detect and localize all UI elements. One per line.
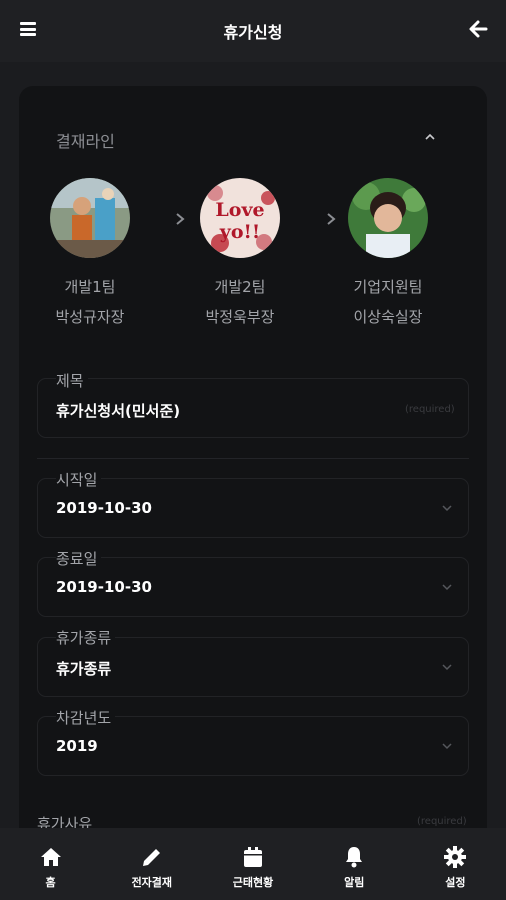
bottom-tab-bar: 홈 전자결재 근태현황 알림 설정: [0, 828, 506, 900]
end-date-value[interactable]: 2019-10-30: [56, 578, 152, 596]
approver-name: 이상숙실장: [353, 308, 423, 326]
approver-team: 개발2팀: [214, 278, 266, 296]
calendar-icon: [244, 847, 262, 867]
leave-request-form-card: 결재라인 개발1팀 박성규자장 Love yo!! 개발2팀 박정욱부장 기업지…: [19, 86, 487, 846]
chevron-down-icon[interactable]: [441, 503, 453, 513]
deduct-year-value[interactable]: 2019: [56, 737, 98, 755]
arrow-left-icon[interactable]: [468, 18, 488, 40]
required-hint: (required): [417, 816, 467, 827]
chevron-up-icon[interactable]: [423, 130, 437, 144]
leave-type-label: 휴가종류: [56, 627, 116, 648]
tab-home[interactable]: 홈: [0, 828, 101, 900]
tab-attendance[interactable]: 근태현황: [202, 828, 303, 900]
tab-label: 전자결재: [131, 876, 173, 889]
leave-type-value[interactable]: 휴가종류: [56, 658, 111, 679]
required-hint: (required): [405, 404, 455, 415]
tab-label: 설정: [445, 876, 466, 889]
chevron-down-icon[interactable]: [441, 741, 453, 751]
approver-name: 박정욱부장: [205, 308, 275, 326]
approver-1[interactable]: 개발1팀 박성규자장: [35, 178, 145, 327]
approver-name: 박성규자장: [55, 308, 125, 326]
approver-team: 기업지원팀: [353, 278, 423, 296]
subject-input[interactable]: 휴가신청서(민서준): [56, 400, 180, 421]
tab-label: 홈: [45, 876, 56, 889]
approver-avatar: Love yo!!: [200, 178, 280, 258]
approver-team: 개발1팀: [64, 278, 116, 296]
deduct-year-label: 차감년도: [56, 707, 116, 728]
bell-icon: [346, 847, 363, 868]
approver-3[interactable]: 기업지원팀 이상숙실장: [333, 178, 443, 327]
tab-label: 근태현황: [232, 876, 274, 889]
start-date-label: 시작일: [56, 469, 102, 490]
start-date-value[interactable]: 2019-10-30: [56, 499, 152, 517]
chevron-down-icon[interactable]: [441, 582, 453, 592]
tab-label: 알림: [344, 876, 365, 889]
svg-text:Love: Love: [215, 199, 264, 221]
page-title: 휴가신청: [223, 23, 283, 42]
approval-line-label: 결재라인: [56, 132, 115, 151]
hamburger-menu-icon[interactable]: [20, 22, 36, 36]
pencil-icon: [142, 847, 162, 866]
approver-avatar: [348, 178, 428, 258]
tab-notifications[interactable]: 알림: [304, 828, 405, 900]
divider: [37, 458, 469, 459]
approver-2[interactable]: Love yo!! 개발2팀 박정욱부장: [185, 178, 295, 327]
approver-avatar: [50, 178, 130, 258]
svg-text:yo!!: yo!!: [219, 221, 260, 243]
end-date-label: 종료일: [56, 548, 102, 569]
tab-approval[interactable]: 전자결재: [101, 828, 202, 900]
subject-label: 제목: [56, 370, 88, 391]
app-bar: 휴가신청: [0, 0, 506, 62]
tab-settings[interactable]: 설정: [405, 828, 506, 900]
home-icon: [40, 848, 61, 866]
gear-icon: [444, 846, 467, 868]
chevron-down-icon[interactable]: [441, 662, 453, 672]
